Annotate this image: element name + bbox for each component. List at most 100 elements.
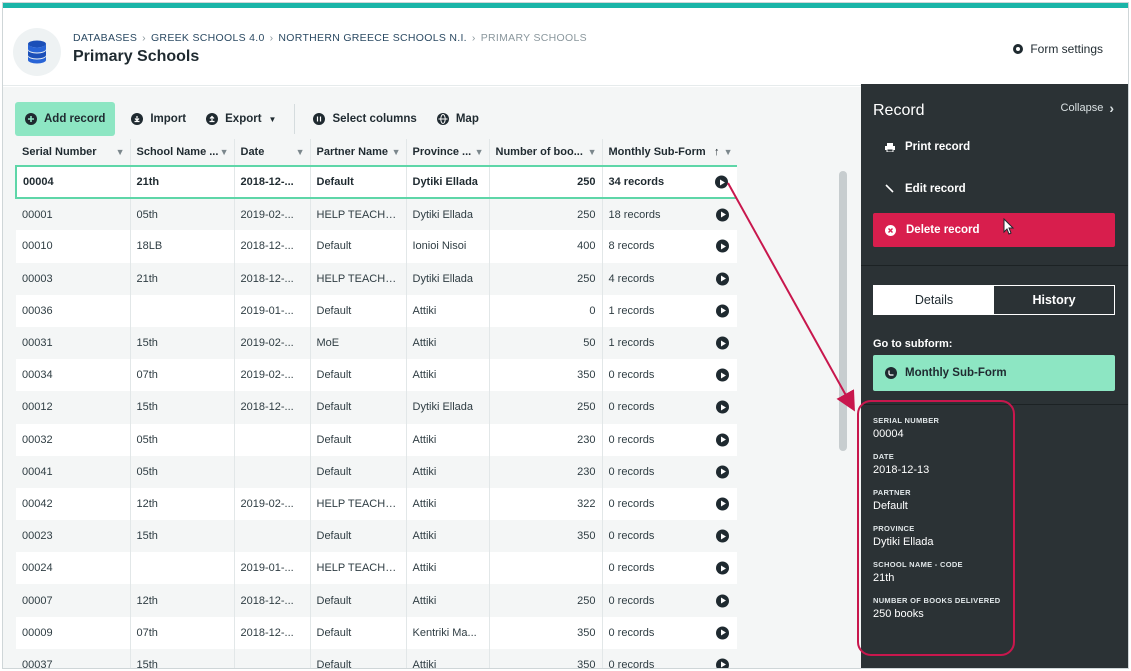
table-cell-partner[interactable]: Default xyxy=(310,391,407,424)
table-cell-serial[interactable]: 00003 xyxy=(16,262,131,295)
table-cell-sub[interactable]: 0 records xyxy=(602,359,737,392)
column-header-serial[interactable]: Serial Number ▼ xyxy=(16,139,131,166)
table-cell-school[interactable]: 07th xyxy=(130,616,235,649)
table-cell-school[interactable]: 07th xyxy=(130,359,235,392)
table-cell-province[interactable]: Attiki xyxy=(406,648,490,668)
column-header-partner[interactable]: Partner Name ▼ xyxy=(310,139,407,166)
table-cell-partner[interactable]: MoE xyxy=(310,326,407,360)
table-row[interactable]: 00034 07th 2019-02-... Default Attiki 350 0 re… xyxy=(16,359,737,392)
table-cell-date[interactable] xyxy=(234,423,311,456)
table-cell-partner[interactable]: Default xyxy=(310,423,407,456)
table-row[interactable]: 00003 21th 2018-12-... HELP TEACHE... Dytiki… xyxy=(16,262,737,295)
table-cell-books[interactable]: 250 xyxy=(489,198,603,231)
sort-ascending-icon[interactable]: ↑ xyxy=(714,146,720,158)
table-cell-partner[interactable]: Default xyxy=(310,648,407,668)
breadcrumb-databases[interactable]: DATABASES xyxy=(73,32,137,44)
column-header-school[interactable]: School Name ... ▼ xyxy=(130,139,235,166)
table-cell-serial[interactable]: 00009 xyxy=(16,616,131,649)
table-row[interactable]: 00041 05th Default Attiki 230 0 records xyxy=(16,455,737,488)
open-subform-icon[interactable] xyxy=(715,497,729,511)
table-cell-school[interactable]: 15th xyxy=(130,520,235,553)
table-cell-sub[interactable]: 0 records xyxy=(602,391,737,424)
table-cell-partner[interactable]: HELP TEACHE... xyxy=(310,487,407,521)
open-subform-icon[interactable] xyxy=(715,368,729,382)
column-header-books[interactable]: Number of boo... ▼ xyxy=(489,139,603,166)
table-cell-books[interactable]: 350 xyxy=(489,648,603,668)
table-cell-province[interactable]: Attiki xyxy=(406,520,490,553)
filter-icon[interactable]: ▼ xyxy=(116,147,125,157)
table-cell-school[interactable]: 05th xyxy=(130,455,235,488)
filter-icon[interactable]: ▼ xyxy=(724,147,733,157)
table-cell-partner[interactable]: HELP TEACHE... xyxy=(310,552,407,585)
table-cell-partner[interactable]: Default xyxy=(310,616,407,649)
table-cell-province[interactable]: Attiki xyxy=(406,487,490,521)
table-cell-serial[interactable]: 00031 xyxy=(16,326,131,360)
print-record-button[interactable]: Print record xyxy=(873,130,1115,164)
table-row[interactable]: 00001 05th 2019-02-... HELP TEACHE... Dytiki… xyxy=(16,198,737,231)
table-cell-date[interactable]: 2019-02-... xyxy=(234,198,311,231)
add-record-button[interactable]: Add record xyxy=(15,102,116,136)
table-cell-books[interactable]: 350 xyxy=(489,520,603,553)
table-cell-school[interactable] xyxy=(130,552,235,585)
edit-record-button[interactable]: Edit record xyxy=(873,172,1115,206)
table-cell-school[interactable]: 15th xyxy=(130,648,235,668)
table-cell-serial[interactable]: 00001 xyxy=(16,198,131,231)
delete-record-button[interactable]: Delete record xyxy=(873,213,1115,247)
table-cell-sub[interactable]: 0 records xyxy=(602,455,737,488)
table-cell-sub[interactable]: 18 records xyxy=(602,198,737,231)
table-cell-sub[interactable]: 34 records xyxy=(602,164,737,200)
table-row[interactable]: 00012 15th 2018-12-... Default Dytiki Ellada… xyxy=(16,391,737,424)
table-cell-province[interactable]: Dytiki Ellada xyxy=(406,262,490,295)
open-subform-icon[interactable] xyxy=(715,529,729,543)
table-cell-books[interactable]: 250 xyxy=(489,164,603,200)
table-cell-books[interactable]: 0 xyxy=(489,294,603,327)
open-subform-icon[interactable] xyxy=(715,433,729,447)
map-button[interactable]: Map xyxy=(427,102,489,136)
table-row[interactable]: 00031 15th 2019-02-... MoE Attiki 50 1 records xyxy=(16,326,737,360)
table-cell-province[interactable]: Dytiki Ellada xyxy=(406,198,490,231)
table-cell-date[interactable]: 2018-12-... xyxy=(234,584,311,617)
table-row[interactable]: 00032 05th Default Attiki 230 0 records xyxy=(16,423,737,456)
open-subform-icon[interactable] xyxy=(715,658,729,668)
tab-details[interactable]: Details xyxy=(874,286,994,314)
table-cell-date[interactable]: 2019-02-... xyxy=(234,359,311,392)
open-subform-icon[interactable] xyxy=(715,304,729,318)
table-cell-serial[interactable]: 00036 xyxy=(16,294,131,327)
filter-icon[interactable]: ▼ xyxy=(392,147,401,157)
table-cell-partner[interactable]: Default xyxy=(310,584,407,617)
table-cell-sub[interactable]: 0 records xyxy=(602,423,737,456)
open-subform-icon[interactable] xyxy=(715,594,729,608)
open-subform-icon[interactable] xyxy=(715,272,729,286)
table-cell-sub[interactable]: 1 records xyxy=(602,326,737,360)
filter-icon[interactable]: ▼ xyxy=(220,147,229,157)
table-cell-books[interactable]: 230 xyxy=(489,423,603,456)
table-cell-partner[interactable]: Default xyxy=(310,230,407,263)
table-cell-serial[interactable]: 00032 xyxy=(16,423,131,456)
table-cell-sub[interactable]: 0 records xyxy=(602,584,737,617)
table-cell-serial[interactable]: 00041 xyxy=(16,455,131,488)
table-cell-province[interactable]: Attiki xyxy=(406,584,490,617)
breadcrumb-northern-greece[interactable]: NORTHERN GREECE SCHOOLS N.I. xyxy=(278,32,466,44)
table-cell-books[interactable]: 230 xyxy=(489,455,603,488)
table-cell-date[interactable]: 2019-02-... xyxy=(234,487,311,521)
table-cell-books[interactable]: 350 xyxy=(489,616,603,649)
table-cell-sub[interactable]: 0 records xyxy=(602,616,737,649)
table-cell-partner[interactable]: Default xyxy=(310,359,407,392)
table-cell-province[interactable]: Ionioi Nisoi xyxy=(406,230,490,263)
filter-icon[interactable]: ▼ xyxy=(296,147,305,157)
form-settings-button[interactable]: Form settings xyxy=(1012,42,1103,56)
table-row[interactable]: 00023 15th Default Attiki 350 0 records xyxy=(16,520,737,553)
table-cell-serial[interactable]: 00042 xyxy=(16,487,131,521)
table-cell-date[interactable]: 2018-12-... xyxy=(234,262,311,295)
open-subform-icon[interactable] xyxy=(715,336,729,350)
open-subform-icon[interactable] xyxy=(715,175,728,189)
open-subform-icon[interactable] xyxy=(715,561,729,575)
open-subform-icon[interactable] xyxy=(715,208,729,222)
table-cell-serial[interactable]: 00012 xyxy=(16,391,131,424)
export-button[interactable]: Export ▼ xyxy=(196,102,286,136)
table-cell-serial[interactable]: 00010 xyxy=(16,230,131,263)
table-cell-partner[interactable]: Default xyxy=(310,520,407,553)
table-cell-date[interactable]: 2019-02-... xyxy=(234,326,311,360)
table-cell-books[interactable]: 250 xyxy=(489,584,603,617)
table-cell-serial[interactable]: 00023 xyxy=(16,520,131,553)
